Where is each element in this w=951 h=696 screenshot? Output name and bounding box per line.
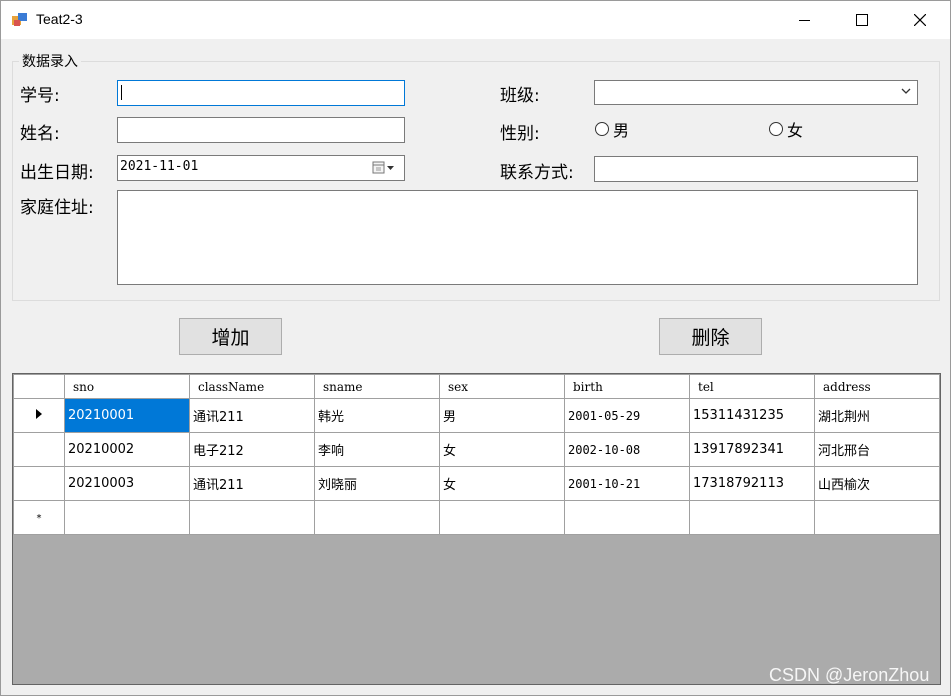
table-cell[interactable]: 女 [439,432,565,467]
table-cell[interactable]: 湖北荆州 [814,398,940,433]
minimize-icon [798,19,810,21]
app-icon [12,13,27,26]
sno-label: 学号: [20,86,60,106]
table-cell[interactable] [314,500,440,535]
column-header-sex[interactable]: sex [439,374,565,399]
tel-label: 联系方式: [500,163,574,183]
sex-label: 性别: [500,124,540,144]
current-row-arrow-icon [36,409,42,419]
app-window: Teat2-3 数据录入 学号: 姓名: 出生日期: 2021-11-01 家庭… [0,0,951,696]
table-cell[interactable]: 2001-05-29 [564,398,690,433]
table-row[interactable]: 20210003 通讯211 刘晓丽 女 2001-10-21 17318792… [13,466,940,501]
row-header[interactable] [13,466,65,501]
maximize-icon [856,14,868,26]
row-header-corner [13,374,65,399]
maximize-button[interactable] [839,1,885,39]
name-label: 姓名: [20,124,60,144]
title-bar[interactable]: Teat2-3 [1,1,950,39]
column-header-classname[interactable]: className [189,374,315,399]
new-row-header[interactable]: * [13,500,65,535]
column-header-tel[interactable]: tel [689,374,815,399]
sex-radio-female[interactable]: 女 [769,117,803,141]
groupbox-title: 数据录入 [19,51,81,71]
class-combobox[interactable] [594,80,918,105]
chevron-down-icon [901,88,911,94]
sno-input[interactable] [117,80,405,106]
delete-button[interactable]: 删除 [659,318,762,355]
address-textarea[interactable] [117,190,918,285]
column-header-sname[interactable]: sname [314,374,440,399]
table-cell[interactable]: 15311431235 [689,398,815,433]
table-cell[interactable]: 李响 [314,432,440,467]
table-cell[interactable]: 通讯211 [189,466,315,501]
grid-table: sno className sname sex birth tel addres… [13,374,940,535]
table-cell[interactable]: 韩光 [314,398,440,433]
birth-date-picker[interactable]: 2021-11-01 [117,155,405,181]
column-header-sno[interactable]: sno [64,374,190,399]
table-cell[interactable]: 20210003 [64,466,190,501]
table-cell[interactable]: 20210001 [64,398,190,433]
birth-label: 出生日期: [20,163,94,183]
calendar-dropdown-icon[interactable] [372,160,396,176]
name-input[interactable] [117,117,405,143]
table-cell[interactable]: 13917892341 [689,432,815,467]
table-row[interactable]: 20210002 电子212 李响 女 2002-10-08 139178923… [13,432,940,467]
watermark-text: CSDN @JeronZhou [769,665,930,685]
address-label: 家庭住址: [20,198,94,218]
table-cell[interactable] [64,500,190,535]
table-cell[interactable]: 女 [439,466,565,501]
tel-input[interactable] [594,156,918,182]
column-header-address[interactable]: address [814,374,940,399]
table-cell[interactable] [814,500,940,535]
table-cell[interactable]: 通讯211 [189,398,315,433]
table-cell[interactable]: 2002-10-08 [564,432,690,467]
table-cell[interactable]: 电子212 [189,432,315,467]
column-header-birth[interactable]: birth [564,374,690,399]
row-header[interactable] [13,432,65,467]
table-row[interactable]: 20210001 通讯211 韩光 男 2001-05-29 153114312… [13,398,940,433]
table-cell[interactable]: 河北邢台 [814,432,940,467]
new-row[interactable]: * [13,500,940,535]
window-title: Teat2-3 [36,11,83,27]
new-row-marker-icon: * [36,513,42,524]
student-datagrid[interactable]: sno className sname sex birth tel addres… [12,373,941,685]
close-button[interactable] [897,1,943,39]
add-button[interactable]: 增加 [179,318,282,355]
class-label: 班级: [500,86,540,106]
table-cell[interactable]: 男 [439,398,565,433]
text-caret [121,85,122,100]
table-cell[interactable]: 2001-10-21 [564,466,690,501]
table-cell[interactable]: 刘晓丽 [314,466,440,501]
radio-circle-icon [595,122,609,136]
close-icon [914,14,926,26]
table-cell[interactable] [564,500,690,535]
table-cell[interactable]: 山西榆次 [814,466,940,501]
sex-radio-male[interactable]: 男 [595,117,629,141]
sex-option-female: 女 [787,121,804,140]
table-cell[interactable] [689,500,815,535]
grid-header-row: sno className sname sex birth tel addres… [13,374,940,399]
radio-circle-icon [769,122,783,136]
minimize-button[interactable] [781,1,827,39]
table-cell[interactable]: 17318792113 [689,466,815,501]
table-cell[interactable]: 20210002 [64,432,190,467]
sex-option-male: 男 [613,121,630,140]
birth-date-value: 2021-11-01 [120,159,199,174]
row-header-current[interactable] [13,398,65,433]
table-cell[interactable] [439,500,565,535]
table-cell[interactable] [189,500,315,535]
